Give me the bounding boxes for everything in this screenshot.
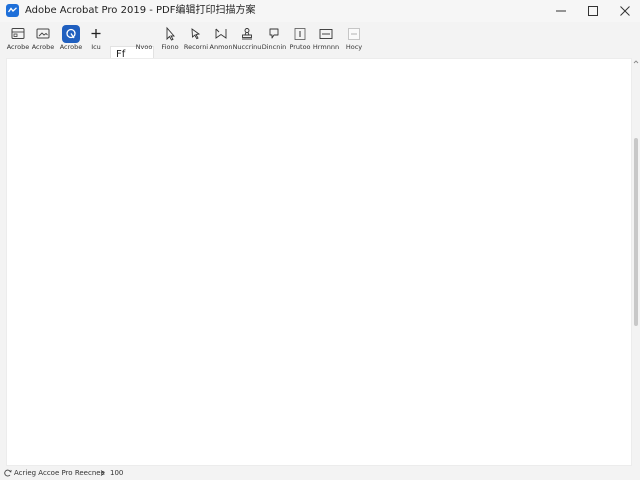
stamp-icon (238, 25, 256, 43)
pen-icon (137, 25, 155, 43)
toolbar: Acrobe Acrobe Acrobe Icu Ff Nvoo Fiono R… (0, 22, 640, 73)
minus-box-icon (345, 25, 363, 43)
zoom-level[interactable]: 100 (110, 468, 123, 478)
minimize-icon (556, 10, 566, 12)
status-bar: Acrieg Accoe Pro Reecnee 100 (0, 466, 640, 480)
status-text: Acrieg Accoe Pro Reecnee (14, 469, 105, 477)
document-canvas[interactable] (6, 58, 632, 466)
maximize-icon (588, 6, 598, 16)
scroll-up-icon[interactable] (633, 59, 639, 65)
plus-icon (87, 25, 105, 43)
tool-add[interactable]: Icu (83, 22, 109, 56)
cursor-outline-icon (187, 25, 205, 43)
app-window: Adobe Acrobat Pro 2019 - PDF编辑打印扫描方案 Acr… (0, 0, 640, 480)
close-icon (620, 6, 630, 16)
app-logo-icon (6, 4, 19, 17)
tool-picture[interactable]: Acrobe (30, 22, 56, 56)
tool-label: Icu (91, 43, 101, 51)
tool-collapse[interactable]: Hocy (341, 22, 367, 56)
close-button[interactable] (606, 0, 640, 22)
tool-window[interactable]: Hrmnnn (313, 22, 339, 56)
cursor-icon (161, 25, 179, 43)
home-icon (9, 25, 27, 43)
bookmark-icon (212, 25, 230, 43)
title-bar[interactable]: Adobe Acrobat Pro 2019 - PDF编辑打印扫描方案 (0, 0, 640, 22)
scrollbar-thumb[interactable] (634, 138, 638, 326)
tool-label: Hocy (345, 43, 363, 51)
chevron-right-icon[interactable] (100, 470, 105, 476)
text-box-icon (291, 25, 309, 43)
refresh-icon[interactable] (4, 469, 12, 477)
speech-bubble-icon (265, 25, 283, 43)
window-title: Adobe Acrobat Pro 2019 - PDF编辑打印扫描方案 (25, 5, 256, 16)
acrobat-icon (62, 25, 80, 43)
window-icon (317, 25, 335, 43)
vertical-scrollbar[interactable] (632, 58, 640, 466)
picture-icon (34, 25, 52, 43)
